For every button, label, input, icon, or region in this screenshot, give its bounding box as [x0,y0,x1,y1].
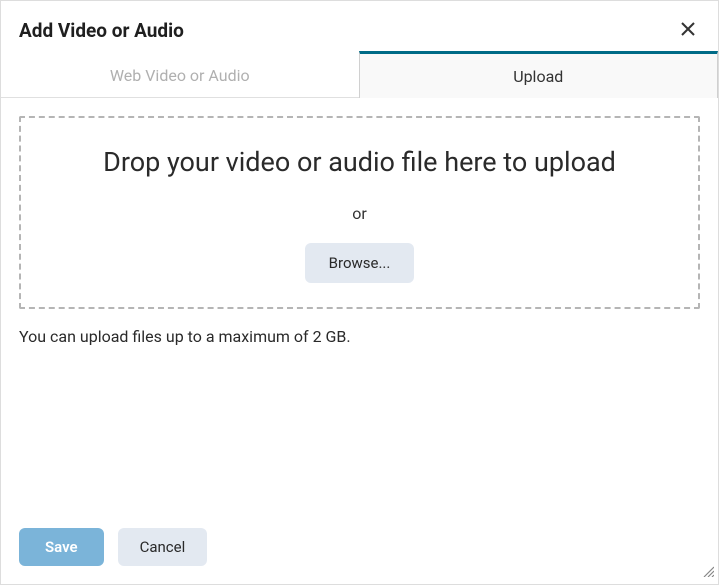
dialog-header: Add Video or Audio [1,1,718,54]
tab-upload[interactable]: Upload [359,51,719,98]
drop-zone-title: Drop your video or audio file here to up… [41,146,678,178]
drop-zone-or: or [41,204,678,223]
save-button[interactable]: Save [19,528,104,566]
browse-button[interactable]: Browse... [305,243,415,283]
tab-web-video-audio[interactable]: Web Video or Audio [1,54,359,98]
cancel-button[interactable]: Cancel [118,528,208,566]
dialog-content: Drop your video or audio file here to up… [1,98,718,510]
dialog-footer: Save Cancel [1,510,718,584]
file-drop-zone[interactable]: Drop your video or audio file here to up… [19,116,700,309]
add-media-dialog: Add Video or Audio Web Video or Audio Up… [1,1,718,584]
tabs: Web Video or Audio Upload [1,54,718,98]
close-button[interactable] [676,17,700,44]
dialog-title: Add Video or Audio [19,19,184,42]
upload-helper-text: You can upload files up to a maximum of … [19,327,700,346]
close-icon [680,21,696,37]
